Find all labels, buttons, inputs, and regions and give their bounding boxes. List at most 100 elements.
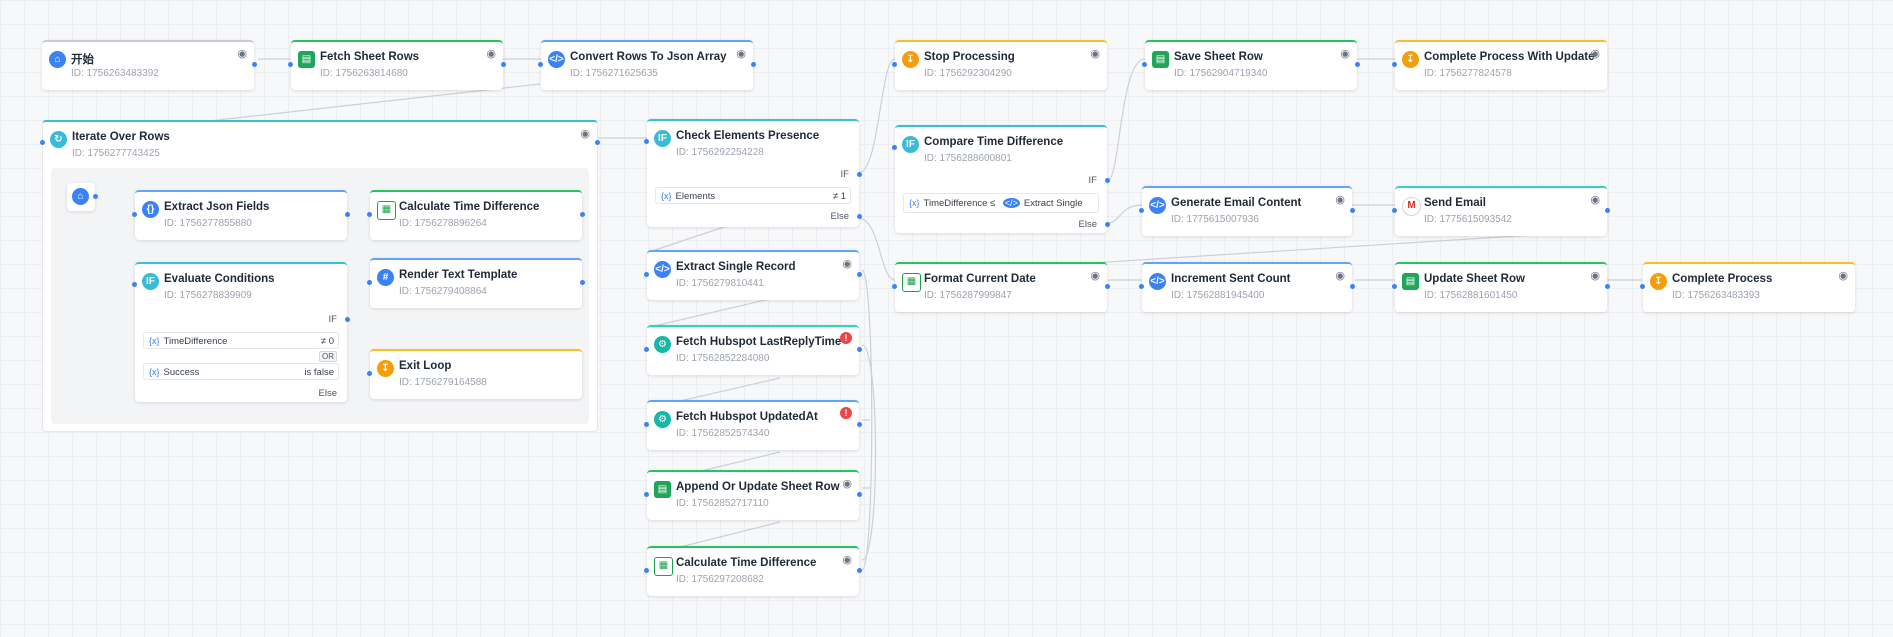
input-port[interactable]	[644, 422, 649, 427]
output-port[interactable]	[1350, 208, 1355, 213]
eye-icon[interactable]: ◉	[842, 257, 852, 270]
node-generate-email[interactable]: </> Generate Email Content ID: 177561500…	[1139, 186, 1355, 236]
else-output-port[interactable]	[1105, 222, 1110, 227]
node-extract-single[interactable]: </> Extract Single Record ID: 1756279810…	[644, 250, 862, 300]
output-port[interactable]	[345, 212, 350, 217]
node-convert-rows[interactable]: </> Convert Rows To Json Array ID: 17562…	[538, 40, 756, 90]
node-format-date[interactable]: ▦ Format Current Date ID: 1756287999847 …	[892, 262, 1110, 312]
eye-icon[interactable]: ◉	[1590, 193, 1600, 206]
input-port[interactable]	[644, 347, 649, 352]
condition-row[interactable]: {x} TimeDifference ≠ 0	[143, 332, 339, 349]
node-stop-processing[interactable]: ↧ Stop Processing ID: 1756292304290 ◉	[892, 40, 1107, 90]
if-output-port[interactable]	[345, 317, 350, 322]
eye-icon[interactable]: ◉	[1335, 269, 1345, 282]
output-port[interactable]	[857, 568, 862, 573]
output-port[interactable]	[595, 140, 600, 145]
input-port[interactable]	[1392, 62, 1397, 67]
input-port[interactable]	[644, 568, 649, 573]
output-port[interactable]	[580, 280, 585, 285]
node-calc-time-inner[interactable]: ▦ Calculate Time Difference ID: 17562788…	[367, 190, 585, 240]
output-port[interactable]	[580, 212, 585, 217]
node-compare-time[interactable]: IF Compare Time Difference ID: 175628860…	[892, 125, 1110, 233]
eye-icon[interactable]: ◉	[1590, 47, 1600, 60]
input-port[interactable]	[288, 62, 293, 67]
condition-row[interactable]: {x} Success is false	[143, 363, 339, 380]
output-port[interactable]	[751, 62, 756, 67]
eye-icon[interactable]: ◉	[1090, 47, 1100, 60]
output-port[interactable]	[1355, 62, 1360, 67]
eye-icon[interactable]: ◉	[1590, 269, 1600, 282]
input-port[interactable]	[1142, 62, 1147, 67]
node-fetch-sheet-rows[interactable]: ▤ Fetch Sheet Rows ID: 1756263814680 ◉	[288, 40, 506, 90]
input-port[interactable]	[1392, 284, 1397, 289]
eye-icon[interactable]: ◉	[842, 477, 852, 490]
output-port[interactable]	[1605, 284, 1610, 289]
output-port[interactable]	[857, 492, 862, 497]
output-port[interactable]	[501, 62, 506, 67]
node-save-sheet-row[interactable]: ▤ Save Sheet Row ID: 17562904719340 ◉	[1142, 40, 1360, 90]
eye-icon[interactable]: ◉	[1340, 47, 1350, 60]
input-port[interactable]	[367, 371, 372, 376]
eye-icon[interactable]: ◉	[1838, 269, 1848, 282]
eye-icon[interactable]: ◉	[237, 47, 247, 60]
input-port[interactable]	[1640, 284, 1645, 289]
input-port[interactable]	[892, 145, 897, 150]
eye-icon[interactable]: ◉	[736, 47, 746, 60]
input-port[interactable]	[892, 284, 897, 289]
output-port[interactable]	[857, 422, 862, 427]
sheets-icon: ▤	[1152, 51, 1169, 68]
or-badge[interactable]: OR	[319, 351, 337, 362]
node-id: ID: 1756288600801	[924, 153, 1012, 164]
loop-start-node[interactable]: ⌂	[67, 183, 98, 211]
node-exit-loop[interactable]: ↧ Exit Loop ID: 1756279164588	[367, 349, 582, 399]
if-output-port[interactable]	[1105, 178, 1110, 183]
input-port[interactable]	[644, 139, 649, 144]
node-send-email[interactable]: M Send Email ID: 1775615093542 ◉	[1392, 186, 1610, 236]
node-evaluate-conditions[interactable]: IF Evaluate Conditions ID: 1756278839909…	[132, 262, 350, 402]
input-port[interactable]	[367, 280, 372, 285]
output-port[interactable]	[1105, 284, 1110, 289]
input-port[interactable]	[1139, 284, 1144, 289]
condition-row[interactable]: {x} TimeDifference ≤ </> Extract Single	[903, 193, 1099, 213]
input-port[interactable]	[644, 272, 649, 277]
input-port[interactable]	[132, 212, 137, 217]
node-start[interactable]: ⌂ 开始 ID: 1756263483392 ◉	[42, 40, 257, 90]
output-port[interactable]	[252, 62, 257, 67]
output-port[interactable]	[1350, 284, 1355, 289]
node-append-update[interactable]: ▤ Append Or Update Sheet Row ID: 1756285…	[644, 470, 862, 520]
input-port[interactable]	[1392, 208, 1397, 213]
output-port[interactable]	[93, 194, 98, 199]
eye-icon[interactable]: ◉	[580, 127, 590, 140]
input-port[interactable]	[1139, 208, 1144, 213]
input-port[interactable]	[892, 62, 897, 67]
eye-icon[interactable]: ◉	[842, 553, 852, 566]
output-port[interactable]	[857, 347, 862, 352]
eye-icon[interactable]: ◉	[486, 47, 496, 60]
error-icon[interactable]: !	[840, 407, 852, 419]
eye-icon[interactable]: ◉	[1090, 269, 1100, 282]
eye-icon[interactable]: ◉	[1335, 193, 1345, 206]
input-port[interactable]	[367, 212, 372, 217]
node-fetch-updated[interactable]: ⚙ Fetch Hubspot UpdatedAt ID: 1756285257…	[644, 400, 862, 450]
input-port[interactable]	[132, 282, 137, 287]
input-port[interactable]	[40, 140, 45, 145]
if-output-port[interactable]	[857, 172, 862, 177]
node-render-text[interactable]: # Render Text Template ID: 1756279408864	[367, 258, 585, 308]
error-icon[interactable]: !	[840, 332, 852, 344]
output-port[interactable]	[857, 272, 862, 277]
node-check-elements[interactable]: IF Check Elements Presence ID: 175629225…	[644, 119, 862, 227]
node-extract-json[interactable]: {} Extract Json Fields ID: 1756277855880	[132, 190, 350, 240]
input-port[interactable]	[538, 62, 543, 67]
condition-row[interactable]: {x} Elements ≠ 1	[655, 187, 851, 204]
input-port[interactable]	[644, 492, 649, 497]
output-port[interactable]	[1605, 208, 1610, 213]
node-fetch-lastreply[interactable]: ⚙ Fetch Hubspot LastReplyTime ID: 175628…	[644, 325, 862, 375]
else-output-port[interactable]	[857, 214, 862, 219]
node-complete-process[interactable]: ↧ Complete Process ID: 1756263483393 ◉	[1640, 262, 1855, 312]
node-update-sheet-row[interactable]: ▤ Update Sheet Row ID: 17562881601450 ◉	[1392, 262, 1610, 312]
node-calc-time-outer[interactable]: ▦ Calculate Time Difference ID: 17562972…	[644, 546, 862, 596]
node-increment-count[interactable]: </> Increment Sent Count ID: 17562881945…	[1139, 262, 1355, 312]
workflow-canvas[interactable]: ⌂ 开始 ID: 1756263483392 ◉ ▤ Fetch Sheet R…	[0, 0, 1893, 637]
node-title: Send Email	[1424, 197, 1486, 209]
node-complete-with-update[interactable]: ↧ Complete Process With Update ID: 17562…	[1392, 40, 1607, 90]
